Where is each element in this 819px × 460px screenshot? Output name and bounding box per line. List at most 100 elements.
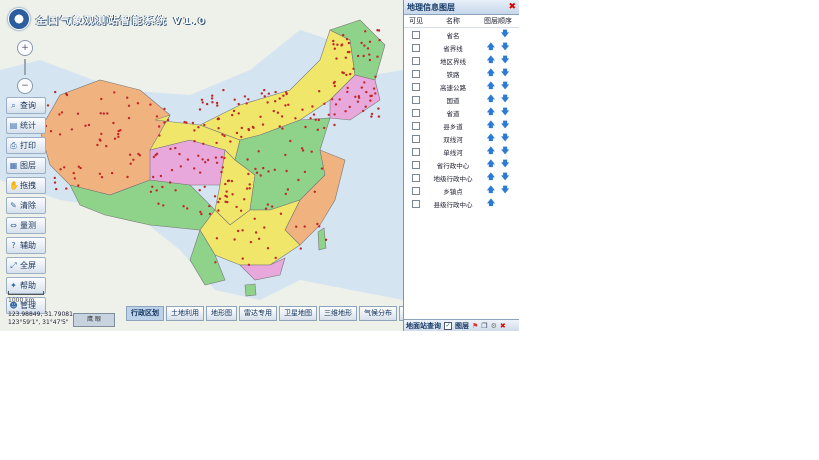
toolbar-button[interactable]: ⎙ 打印 (6, 137, 46, 154)
layer-visible-checkbox[interactable] (404, 69, 428, 78)
station-query-link[interactable]: 地面站查询 (406, 321, 441, 331)
toolbar-button[interactable]: ✎ 清除 (6, 197, 46, 214)
tab-admin-division[interactable]: 行政区划 (126, 306, 164, 321)
station-dot (226, 179, 230, 183)
tab-land-use[interactable]: 土地利用 (166, 306, 204, 321)
move-down-icon[interactable]: 🡇 (501, 93, 509, 107)
station-dot (105, 144, 108, 148)
move-up-icon[interactable]: 🡅 (487, 132, 495, 146)
move-up-icon[interactable]: 🡅 (487, 106, 495, 120)
tab-satellite[interactable]: 卫星地图 (279, 306, 317, 321)
station-dot (278, 97, 281, 100)
china-map-view[interactable]: 全国气象观测站智能系统 V1.0 + − ⌕ 查询 ▤ 统计 ⎙ 打印 ▦ 图层 ✋ 拖拽… (0, 0, 403, 331)
tab-radar[interactable]: 雷达专用 (239, 306, 277, 321)
move-down-icon[interactable]: 🡇 (501, 119, 509, 133)
layer-visible-checkbox[interactable] (404, 121, 428, 130)
tab-climate[interactable]: 气候分布 (359, 306, 397, 321)
toolbar-button[interactable]: ✋ 拖拽 (6, 177, 46, 194)
move-down-icon[interactable]: 🡇 (501, 54, 509, 68)
layer-checkbox[interactable]: ✓ (444, 321, 452, 330)
toolbar-button[interactable]: ▤ 统计 (6, 117, 46, 134)
move-down-icon[interactable]: 🡇 (501, 80, 509, 94)
move-up-icon[interactable]: 🡅 (487, 67, 495, 81)
toolbar-label: 帮助 (20, 281, 36, 290)
pan-hand-icon: ✋ (9, 181, 19, 190)
layer-visible-checkbox[interactable] (404, 160, 428, 169)
layer-visible-checkbox[interactable] (404, 199, 428, 208)
layer-visible-checkbox[interactable] (404, 82, 428, 91)
layer-visible-checkbox[interactable] (404, 56, 428, 65)
station-dot (58, 133, 62, 136)
station-dot (110, 171, 114, 175)
station-dot (267, 92, 270, 95)
station-dot (255, 171, 259, 174)
move-down-icon[interactable]: 🡇 (501, 184, 509, 198)
station-dot (221, 166, 224, 169)
move-up-icon[interactable]: 🡅 (487, 171, 495, 185)
zoom-in-button[interactable]: + (17, 40, 33, 56)
close-footer-icon[interactable]: ✖ (500, 322, 506, 330)
move-up-icon[interactable]: 🡅 (487, 184, 495, 198)
move-up-icon[interactable]: 🡅 (487, 197, 495, 211)
station-dot (368, 40, 372, 43)
move-up-icon[interactable]: 🡅 (487, 41, 495, 55)
move-down-icon[interactable]: 🡇 (501, 171, 509, 185)
print-icon: ⎙ (10, 141, 17, 150)
move-up-icon[interactable]: 🡅 (487, 145, 495, 159)
layer-visible-checkbox[interactable] (404, 147, 428, 156)
overview-map-toggle[interactable]: 鹰 眼 (73, 313, 115, 327)
toolbar-button[interactable]: ? 辅助 (6, 237, 46, 254)
layer-order-controls: 🡅 🡇 (478, 93, 518, 107)
toolbar-button[interactable]: ▦ 图层 (6, 157, 46, 174)
tab-terrain[interactable]: 地形图 (206, 306, 237, 321)
tab-3d-terrain[interactable]: 三维地形 (319, 306, 357, 321)
map-canvas[interactable] (0, 0, 403, 331)
station-dot (300, 147, 304, 150)
toolbar-button[interactable]: ⌕ 查询 (6, 97, 46, 114)
station-dot (137, 152, 140, 156)
station-dot (317, 118, 320, 122)
station-dot (377, 115, 381, 118)
move-up-icon[interactable]: 🡅 (487, 158, 495, 172)
station-dot (304, 125, 307, 129)
move-up-icon[interactable]: 🡅 (487, 54, 495, 68)
move-down-icon[interactable]: 🡇 (501, 106, 509, 120)
layer-visible-checkbox[interactable] (404, 108, 428, 117)
station-dot (157, 125, 161, 128)
layer-visible-checkbox[interactable] (404, 95, 428, 104)
move-down-icon[interactable]: 🡇 (501, 67, 509, 81)
toolbar-button[interactable]: ⤢ 全屏 (6, 257, 46, 274)
move-down-icon[interactable]: 🡇 (501, 145, 509, 159)
station-dot (356, 54, 360, 58)
move-up-icon[interactable]: 🡅 (487, 93, 495, 107)
layer-visible-checkbox[interactable] (404, 186, 428, 195)
layer-visible-checkbox[interactable] (404, 173, 428, 182)
station-dot (55, 187, 58, 191)
move-down-icon[interactable]: 🡇 (501, 158, 509, 172)
station-dot (237, 229, 240, 233)
zoom-slider[interactable] (24, 59, 26, 75)
toolbar-button[interactable]: ⇔ 量测 (6, 217, 46, 234)
station-dot (214, 156, 218, 159)
layer-visible-checkbox[interactable] (404, 30, 428, 39)
station-dot (198, 108, 202, 111)
eraser-icon: ✎ (10, 201, 17, 210)
station-dot (98, 172, 102, 175)
layer-visible-checkbox[interactable] (404, 43, 428, 52)
layer-visible-checkbox[interactable] (404, 134, 428, 143)
toolbar-label: 查询 (20, 101, 36, 110)
move-up-icon[interactable]: 🡅 (487, 119, 495, 133)
window-icon[interactable]: ❐ (481, 322, 487, 330)
station-dot (334, 103, 338, 106)
station-dot (237, 102, 240, 106)
move-down-icon[interactable]: 🡇 (501, 41, 509, 55)
close-icon[interactable]: ✖ (508, 2, 516, 12)
gear-icon[interactable]: ⚙ (491, 322, 497, 330)
station-dot (149, 190, 153, 193)
move-down-icon[interactable]: 🡇 (501, 28, 509, 42)
zoom-out-button[interactable]: − (17, 78, 33, 94)
move-down-icon[interactable]: 🡇 (501, 132, 509, 146)
move-up-icon[interactable]: 🡅 (487, 80, 495, 94)
layer-order-controls: 🡇 (478, 28, 518, 42)
flag-icon[interactable]: ⚑ (472, 322, 478, 330)
